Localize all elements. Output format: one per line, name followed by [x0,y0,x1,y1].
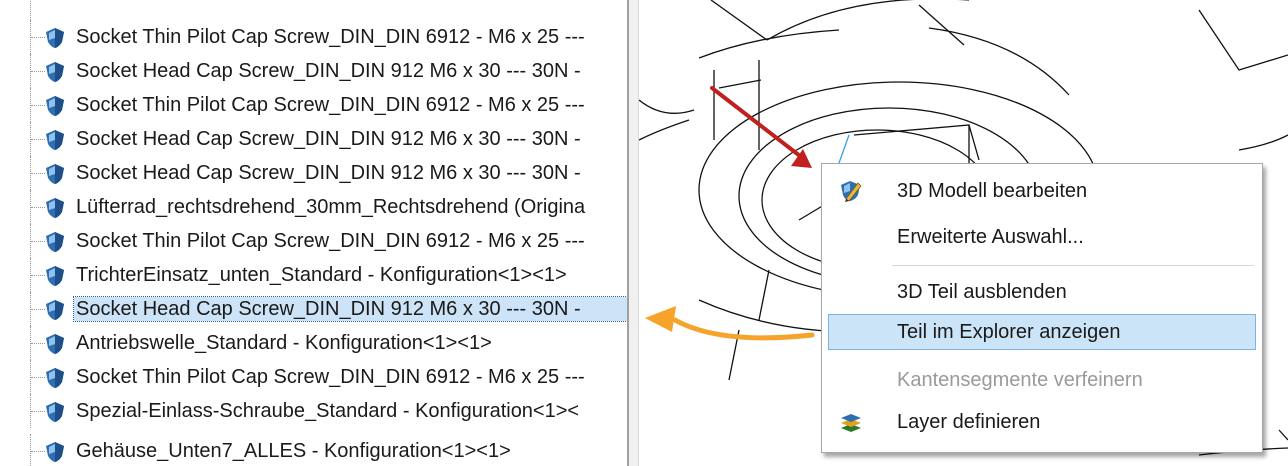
part-shield-icon [46,368,64,388]
menu-item-label: Teil im Explorer anzeigen [897,321,1121,343]
list-item[interactable]: Socket Head Cap Screw_DIN_DIN 912 M6 x 3… [0,156,627,190]
tree-item-label: Gehäuse_Unten7_ALLES - Konfiguration<1><… [76,440,511,462]
list-item[interactable]: Socket Thin Pilot Cap Screw_DIN_DIN 6912… [0,20,627,54]
list-item[interactable]: Lüfterrad_rechtsdrehend_30mm_Rechtsdrehe… [0,190,627,224]
tree-item-label: Socket Thin Pilot Cap Screw_DIN_DIN 6912… [76,94,585,116]
menu-item-edit-3d-model[interactable]: 3D Modell bearbeiten [828,173,1256,209]
list-item[interactable]: Spezial-Einlass-Schraube_Standard - Konf… [0,394,627,428]
list-item[interactable]: Socket Thin Pilot Cap Screw_DIN_DIN 6912… [0,360,627,394]
pane-splitter[interactable] [627,0,639,466]
edit-3d-model-icon [841,181,862,202]
tree-branch [31,241,45,242]
tree-item-label: Socket Head Cap Screw_DIN_DIN 912 M6 x 3… [73,296,627,322]
menu-item-label: Layer definieren [897,411,1041,433]
list-item-selected[interactable]: Socket Head Cap Screw_DIN_DIN 912 M6 x 3… [0,292,627,326]
tree-branch [31,343,45,344]
tree-branch [31,71,45,72]
tree-branch [31,411,45,412]
part-shield-icon [46,442,64,462]
list-item-partial[interactable] [0,0,627,20]
menu-item-label: 3D Teil ausblenden [897,281,1067,303]
tree-item-label: Antriebswelle_Standard - Konfiguration<1… [76,332,492,354]
menu-item-define-layer[interactable]: Layer definieren [828,404,1256,440]
tree-item-label: Spezial-Einlass-Schraube_Standard - Konf… [76,400,580,422]
context-menu: 3D Modell bearbeiten Erweiterte Auswahl.… [821,163,1263,453]
part-shield-icon [46,130,64,150]
part-shield-icon [46,164,64,184]
part-shield-icon [46,96,64,116]
tree-branch [31,377,45,378]
part-shield-icon [46,300,64,320]
tree-item-label: Socket Thin Pilot Cap Screw_DIN_DIN 6912… [76,230,585,252]
part-shield-icon [46,62,64,82]
tree-item-label: Socket Thin Pilot Cap Screw_DIN_DIN 6912… [76,26,585,48]
menu-item-refine-edge-segments[interactable]: Kantensegmente verfeinern [828,362,1256,398]
tree-item-label: Socket Thin Pilot Cap Screw_DIN_DIN 6912… [76,366,585,388]
menu-separator [892,265,1254,266]
menu-item-hide-3d-part[interactable]: 3D Teil ausblenden [828,274,1256,310]
part-shield-icon [46,198,64,218]
part-shield-icon [46,232,64,252]
menu-item-show-in-explorer[interactable]: Teil im Explorer anzeigen [828,314,1256,350]
layers-icon [841,414,861,432]
feature-tree: Socket Thin Pilot Cap Screw_DIN_DIN 6912… [0,0,627,466]
list-item[interactable]: Socket Thin Pilot Cap Screw_DIN_DIN 6912… [0,224,627,258]
tree-branch [31,309,45,310]
menu-item-label: Erweiterte Auswahl... [897,226,1084,248]
tree-item-label: TrichterEinsatz_unten_Standard - Konfigu… [76,264,567,286]
tree-connector [30,434,32,466]
list-item[interactable]: Gehäuse_Unten7_ALLES - Konfiguration<1><… [0,434,627,466]
list-item[interactable]: Socket Thin Pilot Cap Screw_DIN_DIN 6912… [0,88,627,122]
tree-branch [31,105,45,106]
list-item[interactable]: Socket Head Cap Screw_DIN_DIN 912 M6 x 3… [0,54,627,88]
part-shield-icon [46,28,64,48]
tree-branch [31,173,45,174]
tree-branch [31,275,45,276]
tree-branch [31,207,45,208]
menu-item-label: 3D Modell bearbeiten [897,180,1088,202]
tree-item-label: Lüfterrad_rechtsdrehend_30mm_Rechtsdrehe… [76,196,586,218]
tree-branch [31,451,45,452]
menu-item-extended-selection[interactable]: Erweiterte Auswahl... [828,219,1256,255]
tree-item-label: Socket Head Cap Screw_DIN_DIN 912 M6 x 3… [76,162,581,184]
menu-item-label: Kantensegmente verfeinern [897,369,1143,391]
part-shield-icon [46,402,64,422]
part-shield-icon [46,334,64,354]
tree-connector [30,0,32,20]
list-item[interactable]: Antriebswelle_Standard - Konfiguration<1… [0,326,627,360]
tree-item-label: Socket Head Cap Screw_DIN_DIN 912 M6 x 3… [76,60,581,82]
tree-item-label: Socket Head Cap Screw_DIN_DIN 912 M6 x 3… [76,128,581,150]
part-shield-icon [46,266,64,286]
tree-branch [31,37,45,38]
tree-branch [31,139,45,140]
list-item[interactable]: TrichterEinsatz_unten_Standard - Konfigu… [0,258,627,292]
list-item[interactable]: Socket Head Cap Screw_DIN_DIN 912 M6 x 3… [0,122,627,156]
